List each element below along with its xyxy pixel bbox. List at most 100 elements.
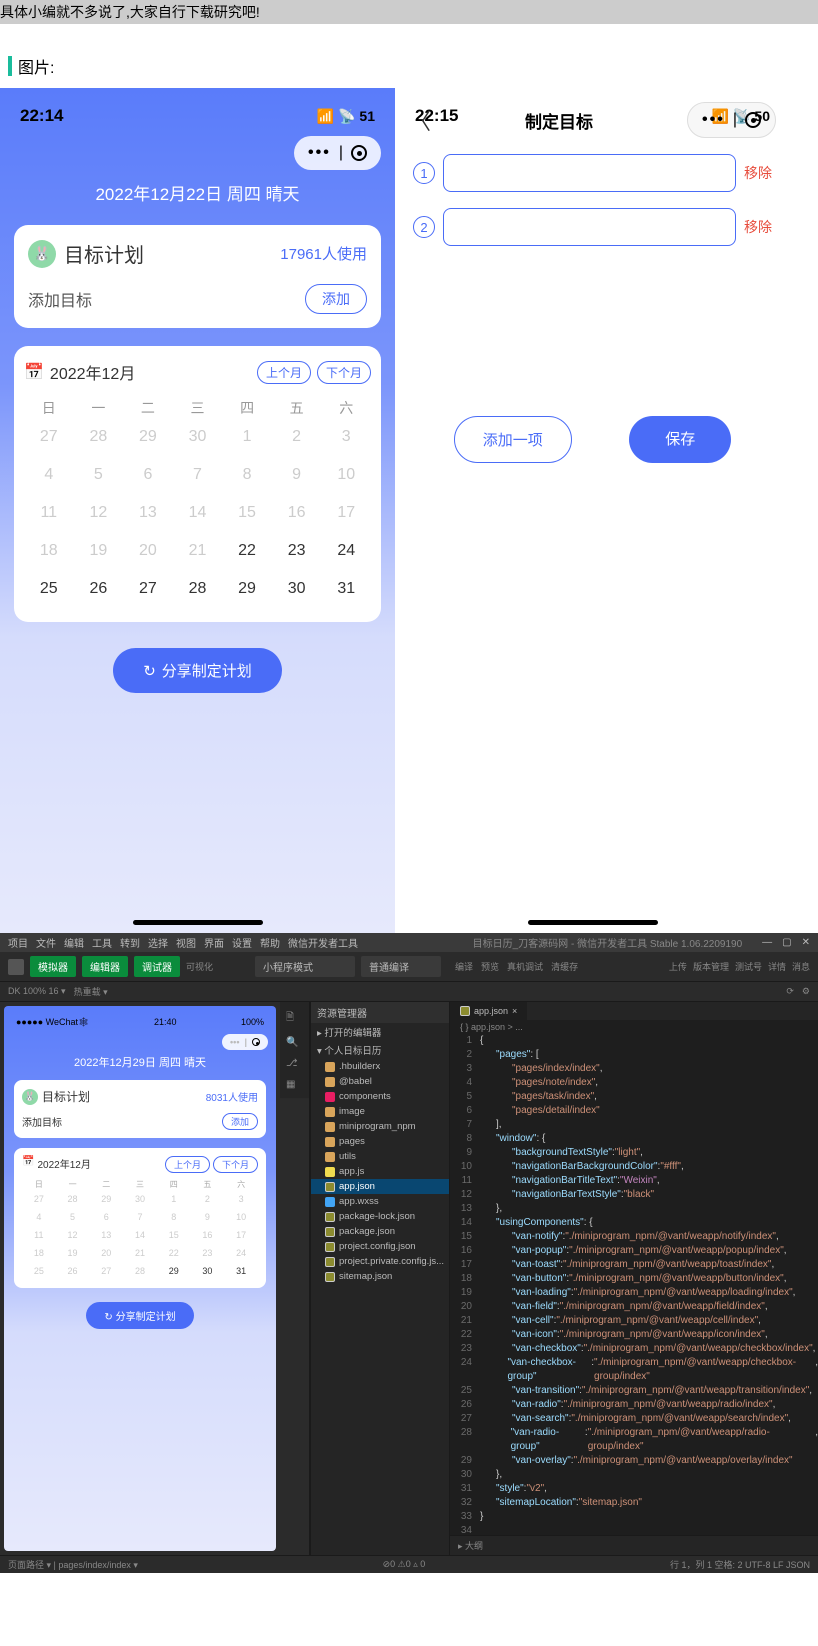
calendar-day[interactable]: 24 [224,1244,258,1262]
tree-item[interactable]: project.private.config.js... [311,1254,449,1269]
tree-item[interactable]: sitemap.json [311,1269,449,1284]
calendar-day[interactable]: 27 [123,570,173,608]
code-line[interactable]: 28"van-radio-group": "./miniprogram_npm/… [454,1426,818,1454]
file-explorer[interactable]: 资源管理器 ▸ 打开的编辑器▾ 个人日标日历.hbuilderx@babelco… [310,1002,450,1555]
calendar-day[interactable]: 28 [173,570,223,608]
sim-next-button[interactable]: 下个月 [213,1156,258,1173]
tree-item[interactable]: package-lock.json [311,1209,449,1224]
calendar-day[interactable]: 4 [24,456,74,494]
toolbar-action[interactable]: 预览 [481,962,499,972]
code-line[interactable]: 19"van-loading": "./miniprogram_npm/@van… [454,1286,818,1300]
code-line[interactable]: 18"van-button": "./miniprogram_npm/@vant… [454,1272,818,1286]
calendar-day[interactable]: 10 [224,1208,258,1226]
code-line[interactable]: 29"van-overlay": "./miniprogram_npm/@van… [454,1454,818,1468]
minimize-icon[interactable]: — [762,937,772,948]
calendar-day[interactable]: 22 [222,532,272,570]
code-line[interactable]: 15"van-notify": "./miniprogram_npm/@vant… [454,1230,818,1244]
capsule-menu[interactable]: ••• | [294,136,381,170]
code-line[interactable]: 2"pages": [ [454,1048,818,1062]
code-line[interactable]: 27"van-search": "./miniprogram_npm/@vant… [454,1412,818,1426]
hot-reload[interactable]: 热重载 ▾ [74,985,108,998]
toolbar-action[interactable]: 测试号 [735,960,762,973]
calendar-day[interactable]: 31 [224,1262,258,1280]
mode-select[interactable]: 小程序模式 [255,956,355,977]
add-button[interactable]: 添加 [305,284,367,314]
extensions-icon[interactable]: ▦ [286,1079,303,1090]
menu-dots-icon[interactable]: ••• [230,1037,239,1047]
menu-item[interactable]: 帮助 [260,939,280,950]
code-line[interactable]: 12"navigationBarTextStyle": "black" [454,1188,818,1202]
toolbar-action[interactable]: 编译 [455,962,473,972]
remove-button[interactable]: 移除 [744,217,772,237]
calendar-day[interactable]: 16 [272,494,322,532]
calendar-day[interactable]: 26 [74,570,124,608]
calendar-day[interactable]: 28 [74,418,124,456]
calendar-day[interactable]: 28 [56,1190,90,1208]
calendar-day[interactable]: 18 [24,532,74,570]
sim-add-button[interactable]: 添加 [222,1113,258,1130]
code-line[interactable]: 17"van-toast": "./miniprogram_npm/@vant/… [454,1258,818,1272]
calendar-day[interactable]: 13 [123,494,173,532]
code-line[interactable]: 31"style": "v2", [454,1482,818,1496]
menu-item[interactable]: 选择 [148,939,168,950]
tree-item[interactable]: pages [311,1134,449,1149]
calendar-day[interactable]: 11 [22,1226,56,1244]
calendar-day[interactable]: 24 [321,532,371,570]
outline-panel[interactable]: ▸ 大纲 [450,1535,818,1555]
code-line[interactable]: 20"van-field": "./miniprogram_npm/@vant/… [454,1300,818,1314]
code-line[interactable]: 13}, [454,1202,818,1216]
calendar-day[interactable]: 5 [74,456,124,494]
calendar-day[interactable]: 17 [321,494,371,532]
calendar-day[interactable]: 1 [157,1190,191,1208]
calendar-day[interactable]: 3 [224,1190,258,1208]
tree-item[interactable]: ▾ 个人日标日历 [311,1041,449,1059]
simulator-phone[interactable]: ●●●●● WeChat🕸 21:40 100% •••| 2022年12月29… [4,1006,276,1551]
next-month-button[interactable]: 下个月 [317,361,371,384]
target-icon[interactable] [745,112,761,128]
goal-input[interactable] [443,208,736,246]
menu-item[interactable]: 文件 [36,939,56,950]
code-line[interactable]: 10"navigationBarBackgroundColor": "#fff"… [454,1160,818,1174]
calendar-day[interactable]: 15 [222,494,272,532]
code-line[interactable]: 33} [454,1510,818,1524]
sim-share-button[interactable]: ↻ 分享制定计划 [86,1302,193,1329]
calendar-day[interactable]: 30 [272,570,322,608]
calendar-day[interactable]: 12 [74,494,124,532]
code-line[interactable]: 21"van-cell": "./miniprogram_npm/@vant/w… [454,1314,818,1328]
calendar-day[interactable]: 6 [89,1208,123,1226]
breadcrumb[interactable]: { } app.json > ... [450,1020,818,1034]
branch-icon[interactable]: ⎇ [286,1058,303,1069]
calendar-day[interactable]: 3 [321,418,371,456]
goal-input[interactable] [443,154,736,192]
calendar-day[interactable]: 31 [321,570,371,608]
calendar-day[interactable]: 26 [56,1262,90,1280]
calendar-day[interactable]: 20 [123,532,173,570]
calendar-day[interactable]: 27 [22,1190,56,1208]
toolbar-action[interactable]: 上传 [669,960,687,973]
calendar-day[interactable]: 22 [157,1244,191,1262]
compile-select[interactable]: 普通编译 [361,956,441,977]
menu-item[interactable]: 编辑 [64,939,84,950]
diagnostics[interactable]: ⊘0 ⚠0 ▵ 0 [383,1559,426,1570]
code-line[interactable]: 22"van-icon": "./miniprogram_npm/@vant/w… [454,1328,818,1342]
toolbar-action[interactable]: 版本管理 [693,960,729,973]
calendar-day[interactable]: 30 [173,418,223,456]
tree-item[interactable]: app.wxss [311,1194,449,1209]
calendar-day[interactable]: 1 [222,418,272,456]
tree-item[interactable]: project.config.json [311,1239,449,1254]
calendar-day[interactable]: 8 [157,1208,191,1226]
calendar-day[interactable]: 17 [224,1226,258,1244]
menu-item[interactable]: 微信开发者工具 [288,939,358,950]
calendar-day[interactable]: 11 [24,494,74,532]
calendar-day[interactable]: 5 [56,1208,90,1226]
avatar[interactable] [8,959,24,975]
simulator-button[interactable]: 模拟器 [30,956,76,977]
toolbar-action[interactable]: 消息 [792,960,810,973]
calendar-day[interactable]: 2 [191,1190,225,1208]
menu-item[interactable]: 视图 [176,939,196,950]
calendar-day[interactable]: 19 [56,1244,90,1262]
code-editor[interactable]: app.json × { } app.json > ... 1{2"pages"… [450,1002,818,1555]
editor-tab[interactable]: app.json × [450,1002,527,1020]
calendar-day[interactable]: 14 [123,1226,157,1244]
close-icon[interactable]: ✕ [802,937,810,948]
